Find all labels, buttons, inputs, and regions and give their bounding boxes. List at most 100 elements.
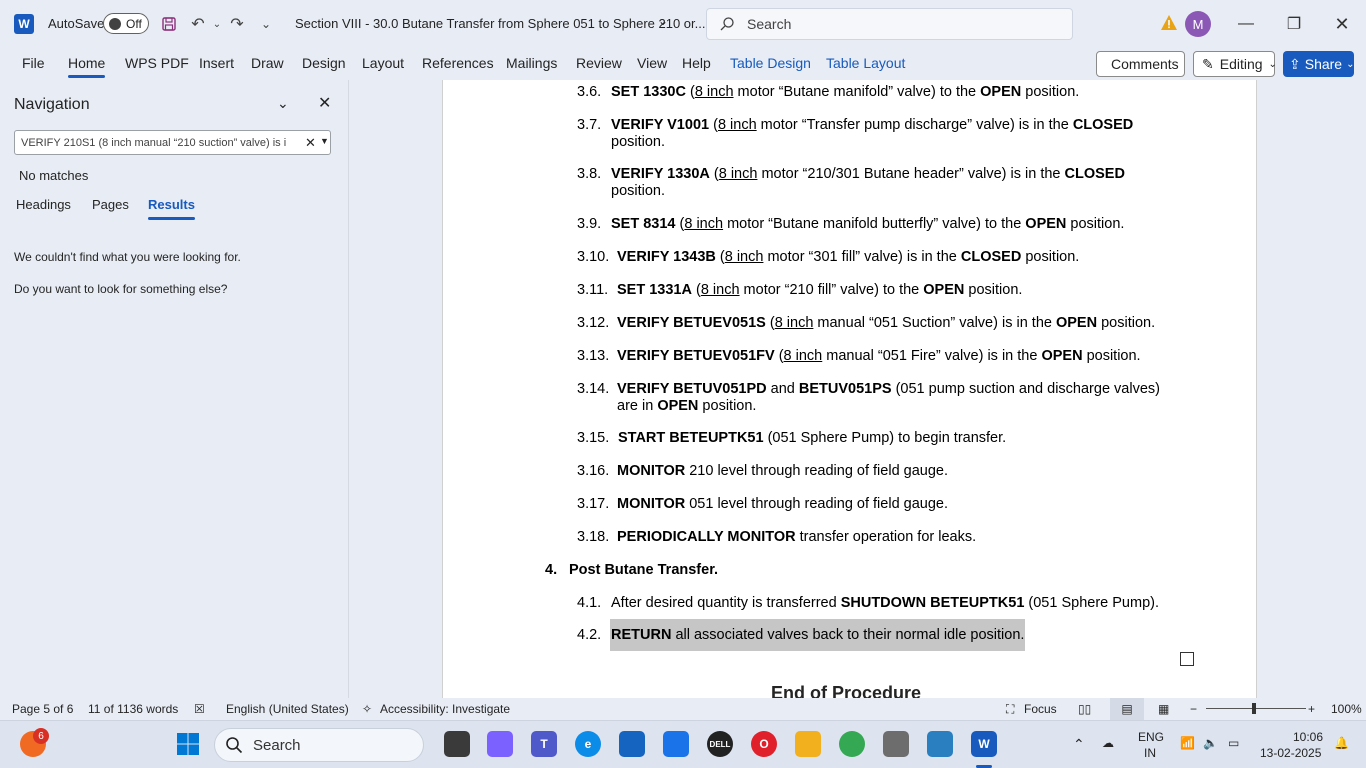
step-number: 3.10. <box>577 249 610 265</box>
step-number: 3.11. <box>577 282 609 298</box>
clock-time[interactable]: 10:06 <box>1293 730 1323 744</box>
step-number: 3.17. <box>577 496 610 512</box>
step-text: START BETEUPTK51 (051 Sphere Pump) to be… <box>618 430 1007 446</box>
title-bar: W AutoSave Off ↶ ⌄ ↷ ⌄ Section VIII - 30… <box>0 0 1366 48</box>
editing-chevron-icon: ⌄ <box>1268 58 1277 70</box>
restore-icon[interactable]: ❐ <box>1282 12 1306 36</box>
step-text: SET 1330C (8 inch motor “Butane manifold… <box>611 84 1080 100</box>
search-options-chevron-icon[interactable]: ▼ <box>320 136 329 146</box>
edge-icon[interactable]: e <box>575 731 601 757</box>
input-lang-2[interactable]: IN <box>1144 746 1156 760</box>
navigation-title: Navigation <box>14 96 90 113</box>
chrome-icon[interactable] <box>839 731 865 757</box>
nav-tab-headings[interactable]: Headings <box>16 197 71 212</box>
word-taskbar-icon[interactable]: W <box>971 731 997 757</box>
checkbox[interactable] <box>1180 652 1194 666</box>
print-layout-icon[interactable]: ▤ <box>1110 698 1144 720</box>
dell-icon[interactable]: DELL <box>707 731 733 757</box>
tray-chevron-up-icon[interactable]: ⌃ <box>1073 736 1085 753</box>
tab-help[interactable]: Help <box>682 55 711 71</box>
editing-label: Editing <box>1219 56 1263 72</box>
input-lang-1[interactable]: ENG <box>1138 730 1164 744</box>
page-count[interactable]: Page 5 of 6 <box>12 702 73 716</box>
app-icon-3[interactable] <box>927 731 953 757</box>
focus-icon[interactable]: ⛶ <box>1006 702 1014 717</box>
task-view-icon[interactable] <box>444 731 470 757</box>
proofing-icon[interactable]: ☒ <box>194 702 205 716</box>
minimize-icon[interactable]: — <box>1234 12 1258 36</box>
editing-mode-button[interactable]: ✎ Editing ⌄ <box>1193 51 1277 77</box>
wifi-icon[interactable]: 📶 <box>1180 736 1195 750</box>
battery-icon[interactable]: ▭ <box>1228 736 1239 750</box>
zoom-in-icon[interactable]: + <box>1308 702 1315 716</box>
customize-qat-icon[interactable]: ⌄ <box>254 12 278 36</box>
tab-table-design[interactable]: Table Design <box>730 55 811 71</box>
tab-view[interactable]: View <box>637 55 667 71</box>
tab-file[interactable]: File <box>22 55 45 71</box>
zoom-out-icon[interactable]: − <box>1190 702 1197 716</box>
step-number: 3.13. <box>577 348 610 364</box>
title-chevron-down-icon[interactable]: ⌄ <box>658 14 668 28</box>
step-text: VERIFY 1343B (8 inch motor “301 fill” va… <box>617 249 1080 265</box>
web-layout-icon[interactable]: ▦ <box>1158 702 1169 716</box>
clock-date[interactable]: 13-02-2025 <box>1260 746 1321 760</box>
zoom-slider-thumb[interactable] <box>1252 703 1256 714</box>
accessibility-status[interactable]: Accessibility: Investigate <box>380 702 510 716</box>
tab-insert[interactable]: Insert <box>199 55 234 71</box>
tab-design[interactable]: Design <box>302 55 346 71</box>
step-text-continued: position. <box>611 183 666 199</box>
onedrive-icon[interactable]: ☁ <box>1102 736 1114 750</box>
end-of-procedure-heading: End of Procedure <box>771 683 922 698</box>
nav-close-icon[interactable]: ✕ <box>318 93 331 113</box>
taskbar-search[interactable]: Search <box>214 728 424 762</box>
nav-options-chevron-icon[interactable]: ⌄ <box>277 95 289 112</box>
step-text: SET 8314 (8 inch motor “Butane manifold … <box>611 216 1125 232</box>
opera-icon[interactable]: O <box>751 731 777 757</box>
document-title[interactable]: Section VIII - 30.0 Butane Transfer from… <box>295 16 705 31</box>
tab-draw[interactable]: Draw <box>251 55 284 71</box>
focus-label[interactable]: Focus <box>1024 702 1057 716</box>
save-icon[interactable] <box>157 12 181 36</box>
file-explorer-icon[interactable] <box>795 731 821 757</box>
notification-bell-icon[interactable]: 🔔 <box>1334 736 1349 750</box>
tab-references[interactable]: References <box>422 55 494 71</box>
word-count[interactable]: 11 of 1136 words <box>88 702 178 716</box>
selected-step-text: RETURN all associated valves back to the… <box>610 619 1026 651</box>
clear-search-icon[interactable]: ✕ <box>305 135 316 151</box>
app-icon-2[interactable] <box>883 731 909 757</box>
nav-search-input[interactable]: VERIFY 210S1 (8 inch manual “210 suction… <box>14 130 331 155</box>
tab-layout[interactable]: Layout <box>362 55 404 71</box>
warning-icon[interactable] <box>1160 14 1178 32</box>
share-button[interactable]: ⇪ Share ⌄ <box>1283 51 1354 77</box>
notification-badge: 6 <box>33 728 49 744</box>
search-box[interactable]: Search <box>706 8 1073 40</box>
zoom-level[interactable]: 100% <box>1331 702 1362 716</box>
windows-start-icon[interactable] <box>175 731 201 757</box>
share-icon: ⇪ <box>1289 55 1301 72</box>
volume-icon[interactable]: 🔈 <box>1203 736 1218 750</box>
comments-button[interactable]: Comments <box>1096 51 1185 77</box>
tab-review[interactable]: Review <box>576 55 622 71</box>
tab-mailings[interactable]: Mailings <box>506 55 557 71</box>
app-icon[interactable] <box>663 731 689 757</box>
user-avatar[interactable]: M <box>1185 11 1211 37</box>
autosave-toggle[interactable]: Off <box>103 13 149 34</box>
teams-icon[interactable]: T <box>531 731 557 757</box>
zoom-slider[interactable] <box>1206 708 1306 709</box>
step-text: VERIFY BETUEV051S (8 inch manual “051 Su… <box>617 315 1156 331</box>
nav-tab-results[interactable]: Results <box>148 197 195 220</box>
step-number: 3.7. <box>577 117 602 133</box>
tab-home[interactable]: Home <box>68 55 106 78</box>
close-window-icon[interactable]: ✕ <box>1330 12 1354 36</box>
copilot-icon[interactable] <box>487 731 513 757</box>
step-text: SET 1331A (8 inch motor “210 fill” valve… <box>617 282 1023 298</box>
document-page[interactable]: 3.6. SET 1330C (8 inch motor “Butane man… <box>442 80 1257 698</box>
tab-table-layout[interactable]: Table Layout <box>826 55 905 71</box>
accessibility-icon[interactable]: ✧ <box>362 702 372 716</box>
read-mode-icon[interactable]: ▯▯ <box>1078 702 1091 716</box>
nav-tab-pages[interactable]: Pages <box>92 197 129 212</box>
store-icon[interactable] <box>619 731 645 757</box>
tab-wps-pdf[interactable]: WPS PDF <box>125 55 189 71</box>
redo-icon[interactable]: ↷ <box>225 12 249 36</box>
language[interactable]: English (United States) <box>226 702 349 716</box>
